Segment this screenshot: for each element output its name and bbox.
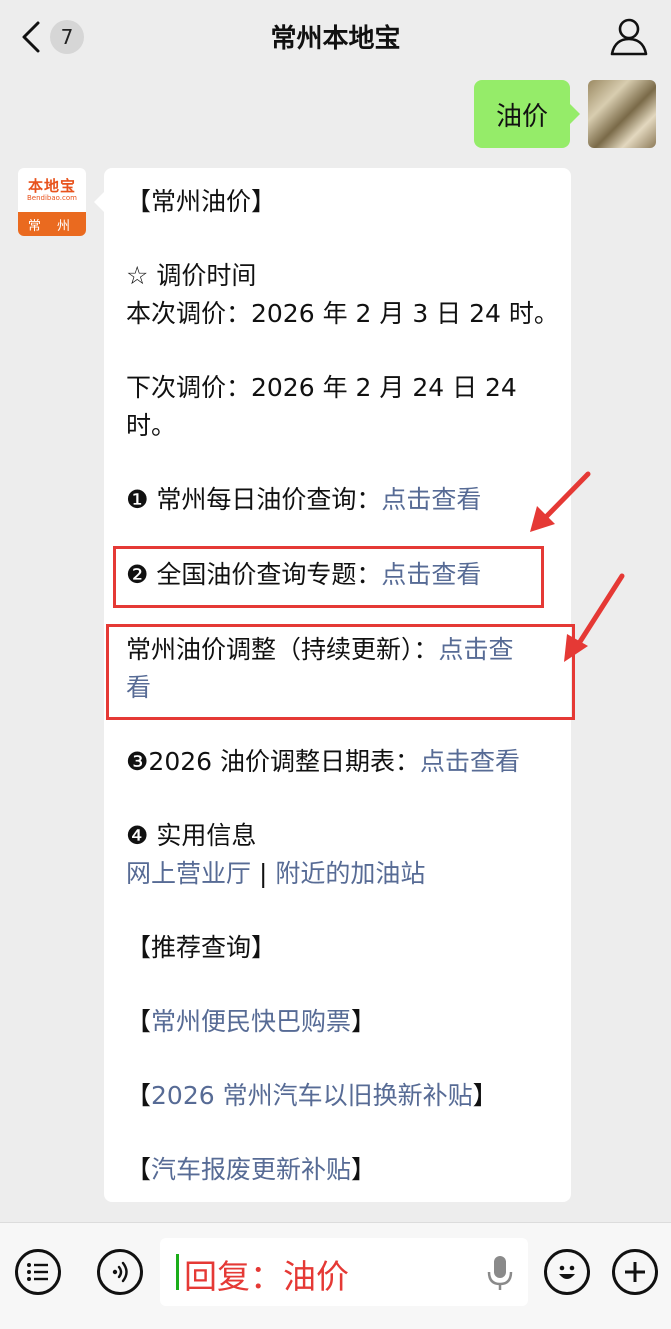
plus-icon: [625, 1262, 645, 1282]
bracket-close: 】: [472, 1081, 498, 1110]
voice-input-button[interactable]: [97, 1249, 143, 1295]
bracket-open: 【: [126, 1081, 152, 1110]
message-input-text: 回复：油价: [184, 1257, 349, 1296]
logo-brand-text: 本地宝: [27, 176, 76, 195]
item3-link[interactable]: 点击查看: [420, 747, 520, 776]
text-cursor: [176, 1254, 179, 1290]
brand-logo: 本地宝 Bendibao.com: [18, 168, 86, 212]
bus-ticket-link[interactable]: 常州便民快巴购票: [151, 1007, 351, 1036]
gas-station-link[interactable]: 附近的加油站: [275, 859, 425, 888]
item3-label: ❸2026 油价调整日期表：: [126, 747, 420, 776]
car-tradein-subsidy-link[interactable]: 2026 常州汽车以旧换新补贴: [151, 1081, 473, 1110]
item3-line: ❸2026 油价调整日期表：点击查看: [126, 744, 520, 780]
car-scrap-subsidy-link[interactable]: 汽车报废更新补贴: [151, 1155, 351, 1184]
bracket-close: 】: [351, 1007, 377, 1036]
item1-link[interactable]: 点击查看: [381, 485, 481, 514]
logo-city-text: 常 州: [18, 212, 86, 236]
highlight-box-adjust-update: [106, 624, 575, 720]
voice-icon: [112, 1261, 128, 1283]
practical-links-line: 网上营业厅 | 附近的加油站: [126, 856, 425, 892]
online-hall-link[interactable]: 网上营业厅: [126, 859, 251, 888]
bracket-open: 【: [126, 1007, 152, 1036]
heading-line: 【常州油价】: [126, 187, 277, 216]
link-separator: |: [251, 859, 276, 888]
next-adjust-line-cont: 时。: [126, 411, 177, 440]
chat-input-bar: 回复：油价: [0, 1222, 671, 1329]
profile-icon[interactable]: [609, 16, 649, 56]
next-adjust-line: 下次调价：2026 年 2 月 24 日 24: [126, 373, 517, 402]
recommend-item-1: 【常州便民快巴购票】: [126, 1004, 376, 1040]
highlight-box-item2: [113, 546, 544, 608]
bracket-open: 【: [126, 1155, 152, 1184]
menu-icon: [27, 1263, 48, 1281]
microphone-icon[interactable]: [486, 1254, 514, 1292]
user-avatar[interactable]: [588, 80, 656, 148]
recommend-item-2: 【2026 常州汽车以旧换新补贴】: [126, 1078, 498, 1114]
logo-domain-text: Bendibao.com: [26, 193, 77, 202]
recommend-heading: 【推荐查询】: [126, 933, 277, 962]
item4-line: ❹ 实用信息: [126, 821, 257, 850]
menu-button[interactable]: [15, 1249, 61, 1295]
item1-label: ❶ 常州每日油价查询：: [126, 485, 382, 514]
item1-line: ❶ 常州每日油价查询：点击查看: [126, 482, 481, 518]
this-adjust-line: 本次调价：2026 年 2 月 3 日 24 时。: [126, 299, 559, 328]
outgoing-message-text: 油价: [495, 101, 548, 132]
outgoing-message-bubble[interactable]: 油价: [474, 80, 580, 148]
more-options-button[interactable]: [612, 1249, 658, 1295]
emoji-button[interactable]: [544, 1249, 590, 1295]
emoji-icon: [559, 1265, 575, 1279]
chat-title: 常州本地宝: [270, 24, 401, 54]
arrow-annotation-icon: [530, 471, 591, 532]
official-account-avatar[interactable]: 本地宝 Bendibao.com 常 州: [18, 168, 86, 236]
bracket-close: 】: [351, 1155, 377, 1184]
chat-header: 7 常州本地宝: [0, 0, 671, 72]
arrow-annotation-icon: [564, 573, 625, 662]
adjust-time-section: ☆ 调价时间: [126, 261, 257, 290]
message-input[interactable]: 回复：油价: [160, 1238, 528, 1306]
recommend-item-3: 【汽车报废更新补贴】: [126, 1152, 376, 1188]
